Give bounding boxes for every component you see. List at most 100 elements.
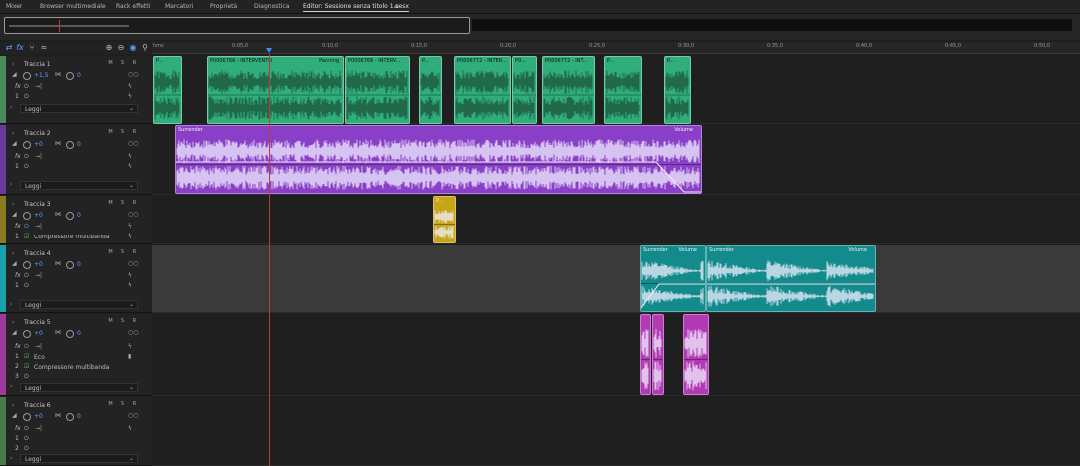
track-lane-3[interactable] <box>152 196 1080 244</box>
pan-value[interactable]: 0 <box>77 261 81 268</box>
pan-value[interactable]: 0 <box>77 413 81 420</box>
power-icon[interactable]: ⏻ <box>24 93 29 101</box>
record-arm-button[interactable]: R <box>131 200 138 207</box>
bolt-icon[interactable]: ϟ <box>128 223 132 230</box>
zoom-in-icon[interactable]: ⊕ <box>104 43 114 53</box>
zoom-navigator[interactable] <box>0 14 1080 40</box>
fx-slot-name[interactable]: Compressore multibanda <box>34 364 110 371</box>
volume-value[interactable]: +0 <box>34 330 43 337</box>
bolt-icon[interactable]: ϟ <box>128 272 132 279</box>
insert-icon[interactable]: →| <box>35 272 42 279</box>
bolt-icon[interactable]: ϟ <box>128 343 132 350</box>
insert-icon[interactable]: →| <box>35 83 42 90</box>
panel-menu-icon[interactable]: ≡ <box>394 3 399 10</box>
solo-button[interactable]: S <box>119 60 126 67</box>
automation-mode-dropdown[interactable]: Leggi ⌄ <box>20 104 138 113</box>
track-name[interactable]: Traccia 3 <box>24 201 51 208</box>
automation-expand-icon[interactable]: › <box>10 383 12 390</box>
checkbox-icon[interactable]: ☑ <box>24 363 29 370</box>
track-name[interactable]: Traccia 6 <box>24 402 51 409</box>
power-icon[interactable]: ⏻ <box>24 425 29 433</box>
pan-value[interactable]: 0 <box>77 72 81 79</box>
mute-button[interactable]: M <box>107 249 114 256</box>
tab-markers[interactable]: Marcatori <box>165 3 193 10</box>
automation-expand-icon[interactable]: › <box>10 181 12 188</box>
bolt-icon[interactable]: ϟ <box>128 83 132 90</box>
solo-button[interactable]: S <box>119 129 126 136</box>
bolt-icon[interactable]: ϟ <box>128 233 132 240</box>
pan-knob[interactable] <box>66 72 74 80</box>
track-lane-4[interactable] <box>152 245 1080 313</box>
volume-knob[interactable] <box>23 141 31 149</box>
track-name[interactable]: Traccia 5 <box>24 319 51 326</box>
power-icon[interactable]: ⏻ <box>24 83 29 91</box>
volume-value[interactable]: +0 <box>34 141 43 148</box>
insert-icon[interactable]: →| <box>35 223 42 230</box>
volume-value[interactable]: +0 <box>34 212 43 219</box>
fx-icon[interactable]: fx <box>15 153 21 160</box>
track-lane-2[interactable] <box>152 125 1080 195</box>
track-expand-icon[interactable]: › <box>12 201 14 208</box>
bolt-icon[interactable]: ϟ <box>128 93 132 100</box>
volume-knob[interactable] <box>23 330 31 338</box>
checkbox-icon[interactable]: ☑ <box>24 353 29 360</box>
fx-icon[interactable]: fx <box>15 343 21 350</box>
solo-button[interactable]: S <box>119 249 126 256</box>
power-icon[interactable]: ⏻ <box>24 153 29 161</box>
pin-icon[interactable]: ⚲ <box>140 43 150 53</box>
swap-arrows-icon[interactable]: ⇄ <box>4 43 14 53</box>
track-expand-icon[interactable]: › <box>12 130 14 137</box>
record-arm-button[interactable]: R <box>131 129 138 136</box>
automation-expand-icon[interactable]: › <box>10 455 12 462</box>
track-expand-icon[interactable]: › <box>12 319 14 326</box>
playhead-handle[interactable] <box>266 48 272 53</box>
track-expand-icon[interactable]: › <box>12 250 14 257</box>
record-arm-button[interactable]: R <box>131 60 138 67</box>
pan-value[interactable]: 0 <box>77 330 81 337</box>
pan-knob[interactable] <box>66 413 74 421</box>
pan-knob[interactable] <box>66 330 74 338</box>
zoom-navigator-range-handle[interactable] <box>4 17 470 34</box>
automation-mode-dropdown[interactable]: Leggi ⌄ <box>20 300 138 309</box>
fx-scrollbar[interactable]: ▮ <box>128 353 131 360</box>
solo-button[interactable]: S <box>119 200 126 207</box>
track-lane-6[interactable] <box>152 397 1080 466</box>
fx-icon[interactable]: fx <box>15 425 21 432</box>
pan-knob[interactable] <box>66 261 74 269</box>
volume-knob[interactable] <box>23 413 31 421</box>
bolt-icon[interactable]: ϟ <box>128 153 132 160</box>
tab-diagnostics[interactable]: Diagnostica <box>254 3 289 10</box>
automation-expand-icon[interactable]: › <box>10 104 12 111</box>
tab-properties[interactable]: Proprietà <box>210 3 237 10</box>
power-icon[interactable]: ⏻ <box>24 373 29 381</box>
track-header-1[interactable]: › Traccia 1 M S R ◢ +1,5 ⋈ 0 ○○ fx ⏻ →| … <box>0 56 152 124</box>
automation-expand-icon[interactable]: › <box>10 301 12 308</box>
fx-icon[interactable]: fx <box>15 43 25 53</box>
track-lane-1[interactable] <box>152 56 1080 124</box>
time-ruler[interactable]: hms 0:05,0 0:10,0 0:15,0 0:20,0 0:25,0 0… <box>152 42 1080 54</box>
track-name[interactable]: Traccia 1 <box>24 61 51 68</box>
track-header-2[interactable]: › Traccia 2 M S R ◢ +0 ⋈ 0 ○○ fx ⏻ →| ϟ … <box>0 125 152 195</box>
tab-mixer[interactable]: Mixer <box>6 3 22 10</box>
volume-value[interactable]: +0 <box>34 413 43 420</box>
volume-knob[interactable] <box>23 261 31 269</box>
track-name[interactable]: Traccia 2 <box>24 130 51 137</box>
track-name[interactable]: Traccia 4 <box>24 250 51 257</box>
pan-knob[interactable] <box>66 141 74 149</box>
power-icon[interactable]: ⏻ <box>24 223 29 231</box>
power-icon[interactable]: ⏻ <box>24 435 29 443</box>
pan-value[interactable]: 0 <box>77 141 81 148</box>
volume-value[interactable]: +1,5 <box>34 72 49 79</box>
solo-button[interactable]: S <box>119 401 126 408</box>
power-icon[interactable]: ⏻ <box>24 272 29 280</box>
mute-button[interactable]: M <box>107 318 114 325</box>
solo-button[interactable]: S <box>119 318 126 325</box>
mute-button[interactable]: M <box>107 401 114 408</box>
volume-knob[interactable] <box>23 72 31 80</box>
insert-icon[interactable]: →| <box>35 153 42 160</box>
tab-media-browser[interactable]: Browser multimediale <box>40 3 106 10</box>
fx-slot-name[interactable]: Eco <box>34 354 45 361</box>
track-header-4[interactable]: › Traccia 4 M S R ◢ +0 ⋈ 0 ○○ fx ⏻ →| ϟ … <box>0 245 152 313</box>
insert-icon[interactable]: →| <box>35 425 42 432</box>
eq-icon[interactable]: ≈ <box>39 43 49 53</box>
